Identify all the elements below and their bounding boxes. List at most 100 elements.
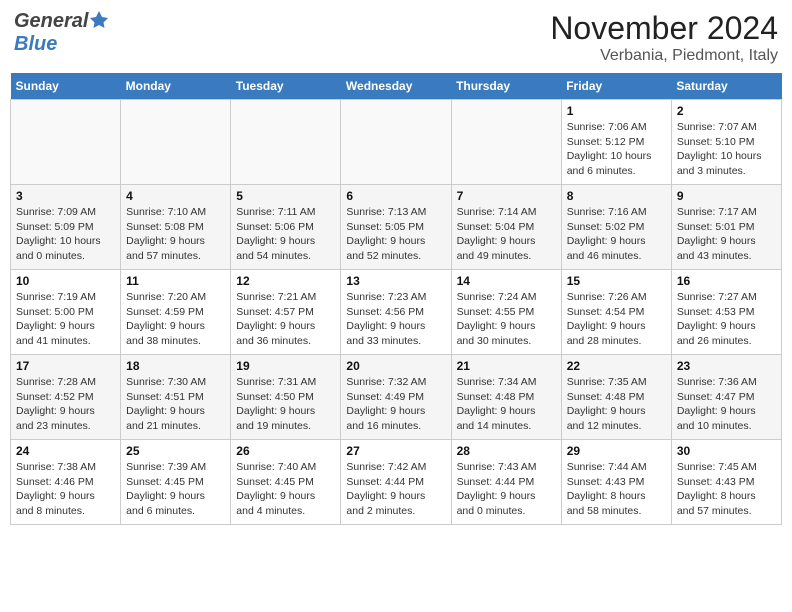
calendar-week-3: 10 Sunrise: 7:19 AM Sunset: 5:00 PM Dayli…: [11, 270, 782, 355]
calendar-week-4: 17 Sunrise: 7:28 AM Sunset: 4:52 PM Dayli…: [11, 355, 782, 440]
logo-blue: Blue: [14, 33, 57, 55]
day-number: 17: [16, 359, 115, 373]
calendar-cell: 15 Sunrise: 7:26 AM Sunset: 4:54 PM Dayli…: [561, 270, 671, 355]
calendar-header-row: SundayMondayTuesdayWednesdayThursdayFrid…: [11, 73, 782, 100]
day-info: Sunrise: 7:42 AM Sunset: 4:44 PM Dayligh…: [346, 460, 445, 519]
calendar-cell: 10 Sunrise: 7:19 AM Sunset: 5:00 PM Dayli…: [11, 270, 121, 355]
day-number: 4: [126, 189, 225, 203]
month-title: November 2024: [550, 10, 778, 47]
calendar-cell: 22 Sunrise: 7:35 AM Sunset: 4:48 PM Dayli…: [561, 355, 671, 440]
logo: General Blue: [14, 10, 108, 56]
day-number: 13: [346, 274, 445, 288]
day-number: 19: [236, 359, 335, 373]
calendar-week-5: 24Sunrise: 7:38 AM Sunset: 4:46 PM Dayli…: [11, 440, 782, 525]
day-number: 1: [567, 104, 666, 118]
day-number: 16: [677, 274, 776, 288]
day-info: Sunrise: 7:11 AM Sunset: 5:06 PM Dayligh…: [236, 205, 335, 264]
calendar-header-tuesday: Tuesday: [231, 73, 341, 100]
day-info: Sunrise: 7:43 AM Sunset: 4:44 PM Dayligh…: [457, 460, 556, 519]
day-info: Sunrise: 7:26 AM Sunset: 4:54 PM Dayligh…: [567, 290, 666, 349]
day-info: Sunrise: 7:07 AM Sunset: 5:10 PM Dayligh…: [677, 120, 776, 179]
calendar-cell: [451, 100, 561, 185]
logo-general: General: [14, 10, 88, 33]
calendar-cell: [11, 100, 121, 185]
logo-flag-icon: [90, 10, 108, 33]
day-number: 25: [126, 444, 225, 458]
title-area: November 2024 Verbania, Piedmont, Italy: [550, 10, 778, 65]
calendar-table: SundayMondayTuesdayWednesdayThursdayFrid…: [10, 73, 782, 525]
day-number: 27: [346, 444, 445, 458]
calendar-cell: [121, 100, 231, 185]
day-info: Sunrise: 7:24 AM Sunset: 4:55 PM Dayligh…: [457, 290, 556, 349]
calendar-cell: 27 Sunrise: 7:42 AM Sunset: 4:44 PM Dayli…: [341, 440, 451, 525]
day-number: 28: [457, 444, 556, 458]
day-number: 7: [457, 189, 556, 203]
day-info: Sunrise: 7:09 AM Sunset: 5:09 PM Dayligh…: [16, 205, 115, 264]
calendar-week-1: 1 Sunrise: 7:06 AM Sunset: 5:12 PM Daylig…: [11, 100, 782, 185]
day-number: 29: [567, 444, 666, 458]
calendar-cell: 11 Sunrise: 7:20 AM Sunset: 4:59 PM Dayli…: [121, 270, 231, 355]
calendar-cell: 24Sunrise: 7:38 AM Sunset: 4:46 PM Dayli…: [11, 440, 121, 525]
calendar-cell: [341, 100, 451, 185]
day-info: Sunrise: 7:17 AM Sunset: 5:01 PM Dayligh…: [677, 205, 776, 264]
calendar-cell: 7 Sunrise: 7:14 AM Sunset: 5:04 PM Daylig…: [451, 185, 561, 270]
day-info: Sunrise: 7:16 AM Sunset: 5:02 PM Dayligh…: [567, 205, 666, 264]
header: General Blue November 2024 Verbania, Pie…: [10, 10, 782, 65]
day-number: 2: [677, 104, 776, 118]
calendar-cell: 12Sunrise: 7:21 AM Sunset: 4:57 PM Dayli…: [231, 270, 341, 355]
calendar-cell: 4Sunrise: 7:10 AM Sunset: 5:08 PM Daylig…: [121, 185, 231, 270]
calendar-cell: 19 Sunrise: 7:31 AM Sunset: 4:50 PM Dayli…: [231, 355, 341, 440]
calendar-cell: 6 Sunrise: 7:13 AM Sunset: 5:05 PM Daylig…: [341, 185, 451, 270]
day-number: 5: [236, 189, 335, 203]
day-number: 30: [677, 444, 776, 458]
day-number: 18: [126, 359, 225, 373]
calendar-cell: 2 Sunrise: 7:07 AM Sunset: 5:10 PM Daylig…: [671, 100, 781, 185]
day-number: 26: [236, 444, 335, 458]
calendar-cell: 18Sunrise: 7:30 AM Sunset: 4:51 PM Dayli…: [121, 355, 231, 440]
calendar-cell: 17 Sunrise: 7:28 AM Sunset: 4:52 PM Dayli…: [11, 355, 121, 440]
calendar-week-2: 3 Sunrise: 7:09 AM Sunset: 5:09 PM Daylig…: [11, 185, 782, 270]
day-number: 3: [16, 189, 115, 203]
calendar-header-wednesday: Wednesday: [341, 73, 451, 100]
day-info: Sunrise: 7:35 AM Sunset: 4:48 PM Dayligh…: [567, 375, 666, 434]
calendar-header-monday: Monday: [121, 73, 231, 100]
day-info: Sunrise: 7:34 AM Sunset: 4:48 PM Dayligh…: [457, 375, 556, 434]
day-number: 9: [677, 189, 776, 203]
day-info: Sunrise: 7:14 AM Sunset: 5:04 PM Dayligh…: [457, 205, 556, 264]
calendar-header-thursday: Thursday: [451, 73, 561, 100]
day-number: 6: [346, 189, 445, 203]
day-number: 20: [346, 359, 445, 373]
day-number: 8: [567, 189, 666, 203]
calendar-cell: 23Sunrise: 7:36 AM Sunset: 4:47 PM Dayli…: [671, 355, 781, 440]
location-title: Verbania, Piedmont, Italy: [550, 47, 778, 65]
day-number: 15: [567, 274, 666, 288]
day-info: Sunrise: 7:31 AM Sunset: 4:50 PM Dayligh…: [236, 375, 335, 434]
day-info: Sunrise: 7:32 AM Sunset: 4:49 PM Dayligh…: [346, 375, 445, 434]
day-info: Sunrise: 7:19 AM Sunset: 5:00 PM Dayligh…: [16, 290, 115, 349]
calendar-cell: 26 Sunrise: 7:40 AM Sunset: 4:45 PM Dayli…: [231, 440, 341, 525]
calendar-cell: 20 Sunrise: 7:32 AM Sunset: 4:49 PM Dayli…: [341, 355, 451, 440]
calendar-header-sunday: Sunday: [11, 73, 121, 100]
day-info: Sunrise: 7:20 AM Sunset: 4:59 PM Dayligh…: [126, 290, 225, 349]
day-info: Sunrise: 7:13 AM Sunset: 5:05 PM Dayligh…: [346, 205, 445, 264]
calendar-cell: 30Sunrise: 7:45 AM Sunset: 4:43 PM Dayli…: [671, 440, 781, 525]
calendar-cell: 29Sunrise: 7:44 AM Sunset: 4:43 PM Dayli…: [561, 440, 671, 525]
calendar-cell: 16 Sunrise: 7:27 AM Sunset: 4:53 PM Dayli…: [671, 270, 781, 355]
calendar-cell: 13Sunrise: 7:23 AM Sunset: 4:56 PM Dayli…: [341, 270, 451, 355]
day-number: 22: [567, 359, 666, 373]
day-number: 14: [457, 274, 556, 288]
calendar-cell: 21Sunrise: 7:34 AM Sunset: 4:48 PM Dayli…: [451, 355, 561, 440]
calendar-cell: 3 Sunrise: 7:09 AM Sunset: 5:09 PM Daylig…: [11, 185, 121, 270]
calendar-cell: 8 Sunrise: 7:16 AM Sunset: 5:02 PM Daylig…: [561, 185, 671, 270]
day-info: Sunrise: 7:40 AM Sunset: 4:45 PM Dayligh…: [236, 460, 335, 519]
day-info: Sunrise: 7:06 AM Sunset: 5:12 PM Dayligh…: [567, 120, 666, 179]
day-number: 11: [126, 274, 225, 288]
day-info: Sunrise: 7:39 AM Sunset: 4:45 PM Dayligh…: [126, 460, 225, 519]
day-info: Sunrise: 7:28 AM Sunset: 4:52 PM Dayligh…: [16, 375, 115, 434]
calendar-header-friday: Friday: [561, 73, 671, 100]
day-info: Sunrise: 7:21 AM Sunset: 4:57 PM Dayligh…: [236, 290, 335, 349]
calendar-cell: 1 Sunrise: 7:06 AM Sunset: 5:12 PM Daylig…: [561, 100, 671, 185]
day-info: Sunrise: 7:38 AM Sunset: 4:46 PM Dayligh…: [16, 460, 115, 519]
day-number: 10: [16, 274, 115, 288]
day-info: Sunrise: 7:27 AM Sunset: 4:53 PM Dayligh…: [677, 290, 776, 349]
